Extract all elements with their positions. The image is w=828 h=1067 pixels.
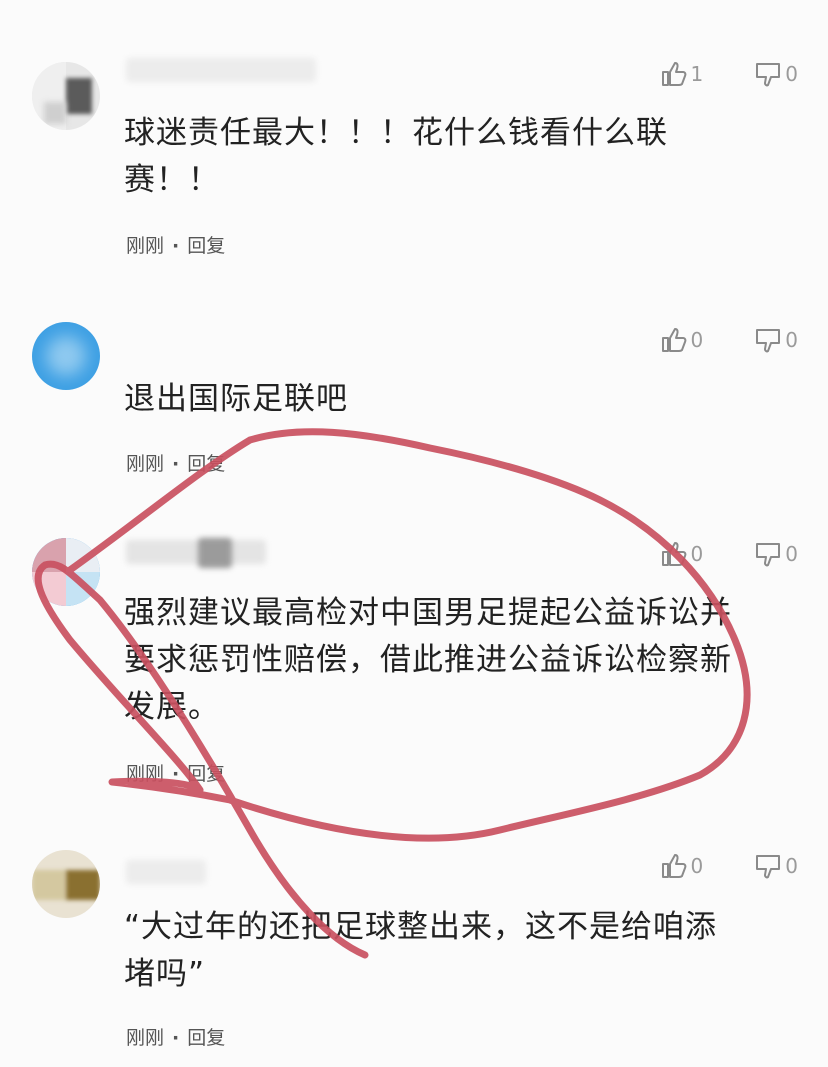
like-button[interactable]: 0 — [659, 851, 704, 881]
username-blurred — [126, 58, 316, 82]
like-count: 0 — [690, 328, 704, 352]
thumb-down-icon — [756, 855, 781, 879]
avatar[interactable] — [32, 538, 100, 606]
comment-text: 强烈建议最高检对中国男足提起公益诉讼并 要求惩罚性赔偿，借此推进公益诉讼检察新 … — [124, 595, 732, 725]
username-blurred — [126, 860, 206, 884]
thumb-up-icon — [661, 854, 686, 878]
comment-time: 刚刚 — [126, 235, 165, 257]
avatar[interactable] — [32, 850, 100, 918]
username-blurred — [198, 538, 232, 568]
like-count: 1 — [690, 62, 704, 86]
comment-meta: 刚刚 · 回复 — [126, 1027, 226, 1049]
comment-text: 球迷责任最大！！！花什么钱看什么联 赛！！ — [124, 115, 668, 198]
reply-link[interactable]: 回复 — [187, 1027, 225, 1049]
reply-link[interactable]: 回复 — [187, 763, 225, 785]
vote-actions: 0 0 — [659, 324, 798, 356]
comment-feed: 1 0 球迷责任最大！！！花什么钱看什么联 赛！！ 刚刚 · 回复 0 0 退出… — [0, 0, 828, 1067]
dislike-button[interactable]: 0 — [753, 539, 798, 569]
dislike-count: 0 — [785, 328, 798, 352]
like-count: 0 — [690, 854, 704, 878]
avatar[interactable] — [32, 322, 100, 390]
dislike-count: 0 — [785, 62, 798, 86]
comment-meta: 刚刚 · 回复 — [126, 235, 226, 257]
thumb-down-icon — [756, 63, 781, 87]
dislike-button[interactable]: 0 — [753, 59, 798, 89]
avatar[interactable] — [32, 62, 100, 130]
username-blurred — [126, 540, 266, 564]
comment-text: 退出国际足联吧 — [124, 381, 348, 417]
comment-time: 刚刚 — [126, 763, 165, 785]
comment-time: 刚刚 — [126, 1027, 165, 1049]
dislike-count: 0 — [785, 854, 798, 878]
thumb-up-icon — [661, 62, 686, 86]
dislike-button[interactable]: 0 — [753, 325, 798, 355]
reply-link[interactable]: 回复 — [187, 235, 225, 257]
reply-link[interactable]: 回复 — [187, 453, 225, 475]
vote-actions: 0 0 — [659, 850, 798, 882]
dislike-count: 0 — [785, 542, 798, 566]
thumb-up-icon — [661, 328, 686, 352]
comment-text: “大过年的还把足球整出来，这不是给咱添 堵吗” — [124, 909, 718, 992]
thumb-down-icon — [756, 329, 781, 353]
vote-actions: 0 0 — [659, 538, 798, 570]
like-button[interactable]: 0 — [659, 325, 704, 355]
dislike-button[interactable]: 0 — [753, 851, 798, 881]
like-count: 0 — [690, 542, 704, 566]
comment-meta: 刚刚 · 回复 — [126, 763, 226, 785]
thumb-up-icon — [661, 542, 686, 566]
comment-time: 刚刚 — [126, 453, 165, 475]
like-button[interactable]: 1 — [659, 59, 704, 89]
thumb-down-icon — [756, 543, 781, 567]
comment-meta: 刚刚 · 回复 — [126, 453, 226, 475]
vote-actions: 1 0 — [659, 58, 798, 90]
like-button[interactable]: 0 — [659, 539, 704, 569]
